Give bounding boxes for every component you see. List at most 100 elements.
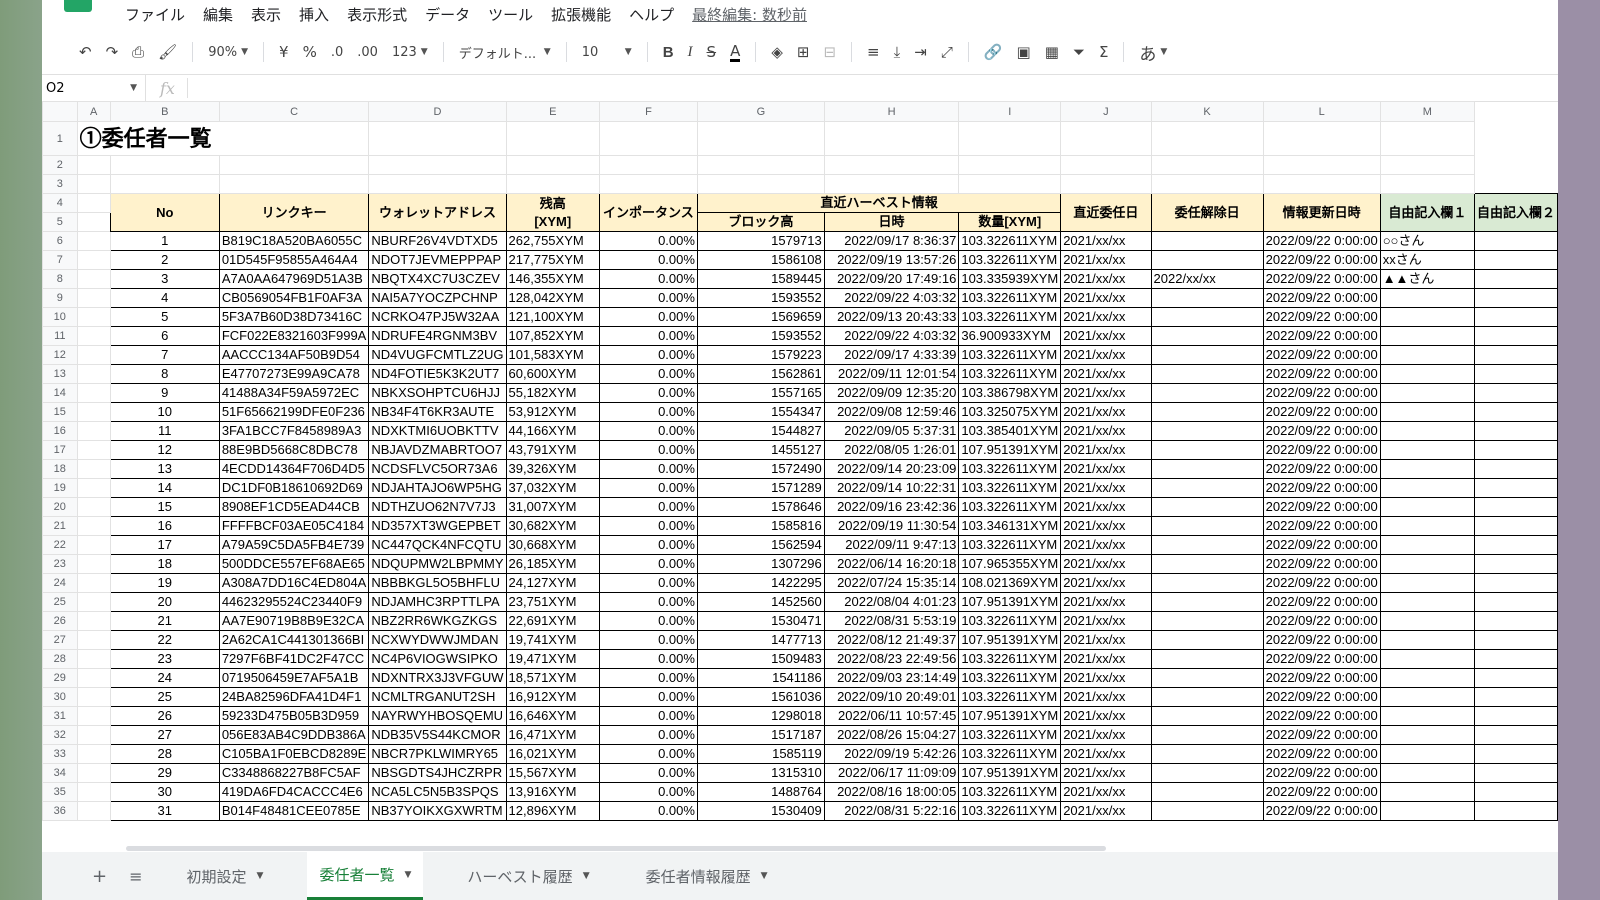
cell[interactable] [1262,121,1381,156]
data-cell[interactable]: 108.021369XYM [958,573,1062,593]
data-cell[interactable]: 2022/08/31 5:53:19 [823,611,960,631]
data-cell[interactable] [1379,611,1475,631]
header-no[interactable]: No [109,193,220,232]
data-cell[interactable] [1379,801,1475,821]
column-header[interactable]: C [218,101,370,122]
data-cell[interactable]: 2022/08/05 1:26:01 [823,440,960,460]
data-cell[interactable] [1379,516,1475,536]
data-cell[interactable]: 25 [109,687,220,707]
data-cell[interactable] [1379,288,1475,308]
data-cell[interactable]: 2022/09/14 20:23:09 [823,459,960,479]
data-cell[interactable]: 1562594 [696,535,825,555]
cell[interactable] [76,212,111,232]
data-cell[interactable]: 2022/09/22 0:00:00 [1262,326,1381,346]
row-header[interactable]: 23 [42,554,78,574]
cell[interactable] [76,459,111,479]
data-cell[interactable]: 5F3A7B60D38D73416C [218,307,370,327]
data-cell[interactable]: 4 [109,288,220,308]
data-cell[interactable]: 2021/xx/xx [1060,763,1152,783]
cell[interactable] [958,155,1062,175]
data-cell[interactable] [1473,478,1558,498]
data-cell[interactable]: 1544827 [696,421,825,441]
column-header[interactable]: G [696,101,825,122]
cell[interactable] [368,174,507,194]
data-cell[interactable] [1379,440,1475,460]
data-cell[interactable]: 12 [109,440,220,460]
data-cell[interactable]: 107.951391XYM [958,630,1062,650]
data-cell[interactable]: 1586108 [696,250,825,270]
data-cell[interactable]: 103.322611XYM [958,668,1062,688]
data-cell[interactable] [1150,706,1264,726]
data-cell[interactable]: 5 [109,307,220,327]
data-cell[interactable]: 27 [109,725,220,745]
data-cell[interactable]: 24,127XYM [505,573,600,593]
data-cell[interactable] [1150,782,1264,802]
data-cell[interactable]: 2022/09/20 17:49:16 [823,269,960,289]
data-cell[interactable]: 2022/09/22 0:00:00 [1262,706,1381,726]
data-cell[interactable]: 19,741XYM [505,630,600,650]
data-cell[interactable] [1379,364,1475,384]
header-wallet-address[interactable]: ウォレットアドレス [368,193,507,232]
data-cell[interactable]: FFFFBCF03AE05C4184 [218,516,370,536]
data-cell[interactable] [1150,630,1264,650]
data-cell[interactable]: 103.322611XYM [958,801,1062,821]
cell[interactable] [76,402,111,422]
data-cell[interactable]: 2022/09/22 0:00:00 [1262,744,1381,764]
data-cell[interactable] [1379,668,1475,688]
data-cell[interactable] [1150,288,1264,308]
undo-icon[interactable]: ↶ [79,43,92,61]
data-cell[interactable]: 101,583XYM [505,345,600,365]
data-cell[interactable]: 1517187 [696,725,825,745]
cell[interactable] [76,155,111,175]
data-cell[interactable]: 1452560 [696,592,825,612]
fill-color-icon[interactable]: ◈ [771,43,783,61]
data-cell[interactable]: 0.00% [598,516,698,536]
data-cell[interactable] [1379,630,1475,650]
data-cell[interactable]: ND357XT3WGEPBET [368,516,507,536]
data-cell[interactable]: 1579713 [696,231,825,251]
data-cell[interactable] [1379,383,1475,403]
data-cell[interactable]: xxさん [1379,250,1475,270]
cell[interactable] [1379,121,1475,156]
data-cell[interactable]: 107.951391XYM [958,763,1062,783]
add-sheet-icon[interactable]: + [92,866,107,887]
data-cell[interactable]: 2022/09/08 12:59:46 [823,402,960,422]
data-cell[interactable] [1473,326,1558,346]
data-cell[interactable]: 16,021XYM [505,744,600,764]
data-cell[interactable]: 16,646XYM [505,706,600,726]
row-header[interactable]: 28 [42,649,78,669]
data-cell[interactable]: 1579223 [696,345,825,365]
data-cell[interactable]: NC447QCK4NFCQTU [368,535,507,555]
data-cell[interactable] [1473,345,1558,365]
data-cell[interactable]: 1569659 [696,307,825,327]
data-cell[interactable]: 2022/09/17 8:36:37 [823,231,960,251]
data-cell[interactable]: 2021/xx/xx [1060,345,1152,365]
data-cell[interactable]: 2022/09/19 11:30:54 [823,516,960,536]
row-header[interactable]: 36 [42,801,78,821]
data-cell[interactable]: 121,100XYM [505,307,600,327]
data-cell[interactable] [1379,421,1475,441]
data-cell[interactable]: ○○さん [1379,231,1475,251]
data-cell[interactable] [1379,326,1475,346]
data-cell[interactable]: 103.322611XYM [958,687,1062,707]
row-header[interactable]: 13 [42,364,78,384]
data-cell[interactable]: 16 [109,516,220,536]
data-cell[interactable]: A308A7DD16C4ED804A [218,573,370,593]
data-cell[interactable]: 107.951391XYM [958,440,1062,460]
data-cell[interactable]: 30 [109,782,220,802]
data-cell[interactable] [1473,573,1558,593]
data-cell[interactable]: 2021/xx/xx [1060,497,1152,517]
data-cell[interactable]: 1307296 [696,554,825,574]
row-header[interactable]: 29 [42,668,78,688]
data-cell[interactable]: 1298018 [696,706,825,726]
data-cell[interactable]: 0.00% [598,801,698,821]
data-cell[interactable] [1473,649,1558,669]
row-header[interactable]: 11 [42,326,78,346]
data-cell[interactable]: 59233D475B05B3D959 [218,706,370,726]
data-cell[interactable] [1150,459,1264,479]
cell[interactable] [823,155,960,175]
data-cell[interactable]: NBBBKGL5O5BHFLU [368,573,507,593]
data-cell[interactable]: 1585816 [696,516,825,536]
data-cell[interactable] [1150,364,1264,384]
data-cell[interactable] [1150,307,1264,327]
